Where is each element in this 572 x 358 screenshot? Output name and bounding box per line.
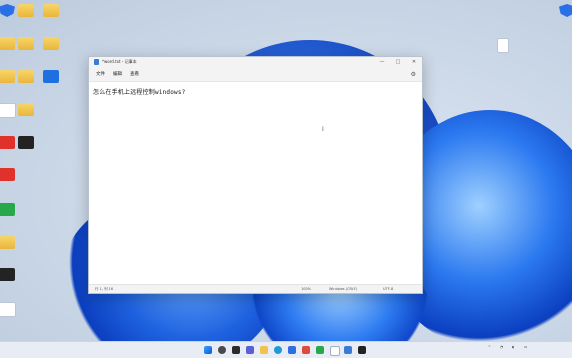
desktop: *word.txt - 记事本 — □ ✕ 文件 编辑 查看 ⚙ 怎么在手机上远… xyxy=(0,0,572,342)
app-icon[interactable] xyxy=(358,346,366,354)
status-position: 行 1, 列 16 xyxy=(95,287,114,291)
minimize-button[interactable]: — xyxy=(374,57,390,67)
notepad-icon xyxy=(94,59,99,65)
app-icon xyxy=(0,168,15,181)
app-icon xyxy=(43,70,59,83)
document-text: 怎么在手机上远程控制windows? xyxy=(93,89,186,96)
desktop-icon-15[interactable] xyxy=(0,203,20,217)
shield-app-icon xyxy=(559,4,572,17)
desktop-icon-2[interactable] xyxy=(13,4,39,18)
status-bar: 行 1, 列 16 100% Windows (CRLF) UTF-8 xyxy=(89,284,422,293)
store-icon[interactable] xyxy=(288,346,296,354)
desktop-icon-17[interactable] xyxy=(0,268,20,282)
search-icon[interactable] xyxy=(218,346,226,354)
text-editor[interactable]: 怎么在手机上远程控制windows? xyxy=(89,82,422,285)
title-bar[interactable]: *word.txt - 记事本 — □ ✕ xyxy=(89,57,422,67)
window-title: *word.txt - 记事本 xyxy=(102,59,137,64)
menu-bar: 文件 编辑 查看 ⚙ xyxy=(89,67,422,82)
desktop-icon-top-right[interactable] xyxy=(554,4,572,17)
battery-icon[interactable]: ▭ xyxy=(524,345,527,349)
app-icon xyxy=(18,136,34,149)
folder-icon xyxy=(0,236,15,249)
edge-icon[interactable] xyxy=(274,346,282,354)
menu-file[interactable]: 文件 xyxy=(92,71,109,77)
app-icon[interactable] xyxy=(302,346,310,354)
app-icon xyxy=(0,268,15,281)
desktop-icon-13[interactable] xyxy=(13,136,39,150)
desktop-icon-18[interactable] xyxy=(0,302,20,318)
network-icon[interactable]: ◔ xyxy=(500,345,503,349)
app-icon xyxy=(0,203,15,216)
ibeam-cursor-icon: I xyxy=(322,126,324,133)
file-explorer-icon[interactable] xyxy=(260,346,268,354)
status-line-ending: Windows (CRLF) xyxy=(329,287,358,291)
folder-icon xyxy=(18,4,34,17)
menu-edit[interactable]: 编辑 xyxy=(109,71,126,77)
app-icon[interactable] xyxy=(330,346,340,356)
task-view-icon[interactable] xyxy=(232,346,240,354)
volume-icon[interactable]: ◖ xyxy=(512,345,514,349)
close-button[interactable]: ✕ xyxy=(406,57,422,67)
start-icon[interactable] xyxy=(204,346,212,354)
status-zoom: 100% xyxy=(301,287,312,291)
app-icon xyxy=(0,302,16,317)
desktop-icon-16[interactable] xyxy=(0,236,20,250)
status-encoding: UTF-8 xyxy=(383,287,394,291)
taskbar: ^ ◔ ◖ ▭ xyxy=(0,341,572,358)
notepad-window: *word.txt - 记事本 — □ ✕ 文件 编辑 查看 ⚙ 怎么在手机上远… xyxy=(88,56,423,294)
folder-icon xyxy=(18,37,34,50)
desktop-icon-3[interactable] xyxy=(38,4,64,18)
app-icon[interactable] xyxy=(316,346,324,354)
desktop-icon-19[interactable] xyxy=(490,38,516,54)
chat-icon[interactable] xyxy=(246,346,254,354)
folder-icon xyxy=(43,37,59,50)
menu-view[interactable]: 查看 xyxy=(126,71,143,77)
desktop-icon-5[interactable] xyxy=(13,37,39,51)
notepad-taskbar-icon[interactable] xyxy=(344,346,352,354)
folder-icon xyxy=(18,70,34,83)
file-icon xyxy=(497,38,509,53)
desktop-icon-14[interactable] xyxy=(0,168,20,182)
gear-icon[interactable]: ⚙ xyxy=(411,71,422,78)
desktop-icon-11[interactable] xyxy=(13,103,39,117)
folder-icon xyxy=(43,4,59,17)
desktop-icon-8[interactable] xyxy=(13,70,39,84)
desktop-icon-6[interactable] xyxy=(38,37,64,51)
maximize-button[interactable]: □ xyxy=(390,57,406,67)
folder-icon xyxy=(18,103,34,116)
desktop-icon-9[interactable] xyxy=(38,70,64,84)
tray-overflow-icon[interactable]: ^ xyxy=(488,345,491,349)
